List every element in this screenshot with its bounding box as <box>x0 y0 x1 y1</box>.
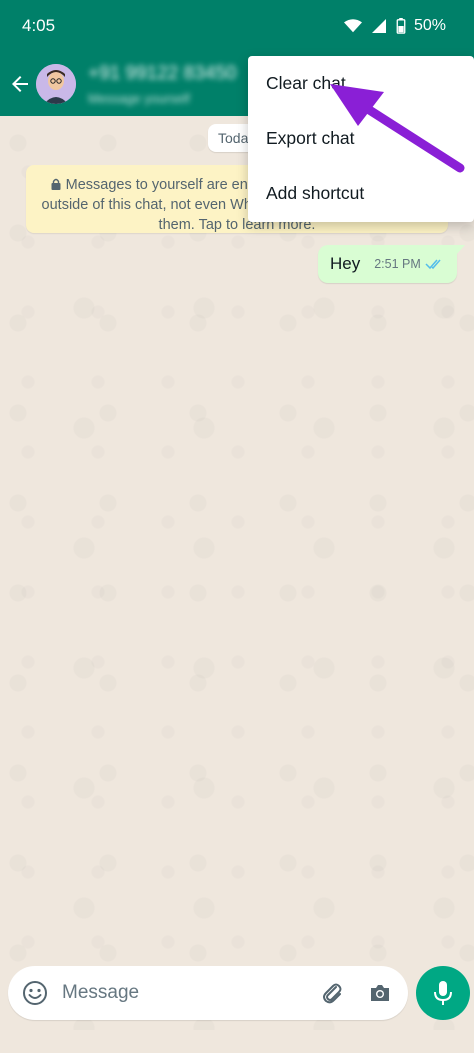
battery-level: 50% <box>413 17 446 34</box>
bubble-tail <box>455 245 465 255</box>
paperclip-icon[interactable] <box>320 981 344 1005</box>
avatar[interactable] <box>36 64 76 104</box>
battery-icon <box>396 18 406 34</box>
contact-status: Message yourself <box>88 90 190 106</box>
outgoing-message[interactable]: Hey 2:51 PM <box>318 245 465 283</box>
message-time: 2:51 PM <box>374 257 421 271</box>
status-time: 4:05 <box>22 16 56 35</box>
wifi-icon <box>343 19 362 33</box>
memoji-avatar-icon <box>36 64 76 104</box>
double-check-read-icon <box>425 259 441 270</box>
lock-icon <box>51 178 61 190</box>
annotation-arrow-icon <box>330 84 465 173</box>
message-text: Hey <box>330 254 361 273</box>
status-icons: 50% <box>343 17 446 35</box>
navigation-bar <box>0 1030 474 1053</box>
message-composer <box>8 966 408 1020</box>
contact-name: +91 99122 83450 <box>88 62 237 84</box>
status-bar: 4:05 50% <box>0 0 474 52</box>
contact-info[interactable]: +91 99122 83450 Message yourself <box>88 63 236 106</box>
voice-message-button[interactable] <box>416 966 470 1020</box>
back-arrow-icon[interactable] <box>8 72 32 96</box>
microphone-icon <box>434 981 452 1005</box>
signal-icon <box>371 19 386 33</box>
message-input[interactable] <box>62 982 312 1004</box>
camera-icon[interactable] <box>368 981 392 1005</box>
emoji-icon[interactable] <box>22 980 48 1006</box>
